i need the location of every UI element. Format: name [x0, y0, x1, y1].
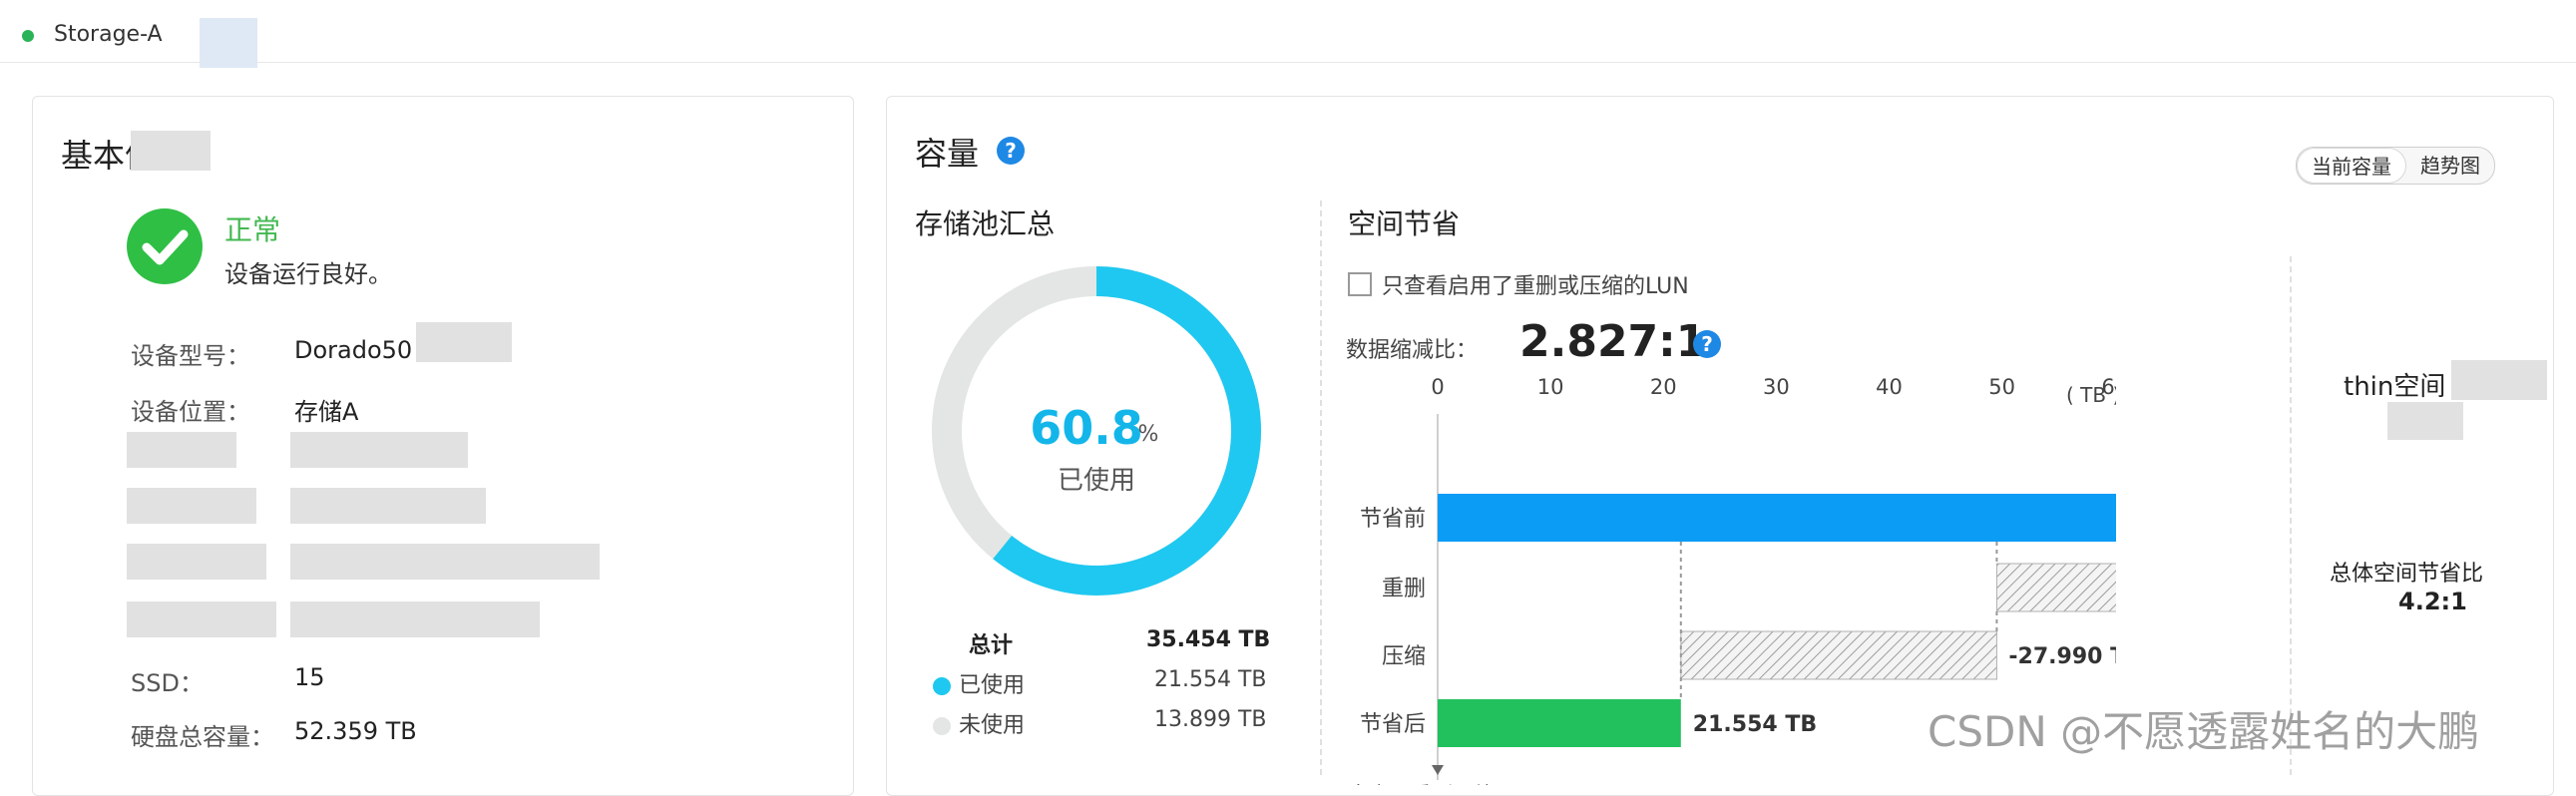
total-saving-ratio-label: 总体空间节省比 — [2330, 562, 2484, 587]
dedup-only-checkbox[interactable] — [1348, 272, 1372, 296]
x-tick-label: 30 — [1763, 375, 1790, 399]
blurred-thin-label-part — [2451, 360, 2547, 400]
bar-value-label: -27.990 TB — [2008, 644, 2116, 669]
ratio-help-icon[interactable]: ? — [1693, 330, 1721, 358]
check-icon — [127, 208, 203, 284]
total-saving-ratio-value: 4.2:1 — [2398, 588, 2467, 615]
unused-dot-icon — [933, 717, 951, 735]
capacity-panel: 容量 ? 当前容量 趋势图 存储池汇总 60.8 % 已使用 总计 35.454… — [886, 96, 2554, 796]
top-tab-bar: Storage-A — [0, 0, 2576, 68]
blurred-row — [127, 601, 276, 637]
help-icon[interactable]: ? — [997, 137, 1025, 165]
health-status: 正常 — [224, 213, 281, 246]
info-label-model: 设备型号： — [131, 342, 250, 370]
current-capacity-button[interactable]: 当前容量 — [2297, 148, 2406, 184]
section-divider-right — [2290, 256, 2292, 775]
space-saving-title: 空间节省 — [1348, 207, 1461, 240]
capacity-title: 容量 — [915, 135, 980, 173]
blurred-tab-area — [200, 18, 257, 68]
blurred-row — [290, 601, 540, 637]
bar — [1438, 494, 2116, 542]
bar-value-label: 21.554 TB — [1693, 712, 1817, 737]
used-dot-icon — [933, 677, 951, 695]
section-divider — [1320, 200, 1322, 775]
watermark-text: CSDN @不愿透露姓名的大鹏 — [1928, 707, 2480, 756]
pool-total-value: 35.454 TB — [1146, 627, 1271, 652]
x-tick-label: 50 — [1988, 375, 2015, 399]
info-label-ssd: SSD： — [131, 669, 204, 697]
bar-category-label: 压缩 — [1382, 644, 1426, 669]
trend-chart-button[interactable]: 趋势图 — [2406, 148, 2494, 184]
pool-usage-donut: 60.8 % 已使用 — [932, 266, 1261, 596]
device-tab[interactable]: Storage-A — [54, 22, 163, 47]
status-dot-icon — [22, 30, 34, 42]
reduction-ratio-value: 2.827:1 — [1519, 316, 1707, 367]
pool-summary-title: 存储池汇总 — [915, 207, 1056, 240]
info-value-location: 存储A — [294, 398, 359, 426]
bar — [1995, 563, 2116, 612]
legend-used-value: 21.554 TB — [1154, 667, 1267, 692]
pool-total-label: 总计 — [969, 633, 1014, 658]
thin-space-label: thin空间 — [2344, 372, 2446, 402]
info-label-disk-capacity: 硬盘总容量： — [131, 723, 274, 751]
legend-unused-value: 13.899 TB — [1154, 707, 1267, 732]
info-label-location: 设备位置： — [131, 398, 250, 426]
blurred-thin-value — [2387, 402, 2463, 440]
x-tick-label: 20 — [1650, 375, 1677, 399]
reduction-ratio-label: 数据缩减比： — [1346, 338, 1479, 363]
x-tick-label: 10 — [1537, 375, 1564, 399]
blurred-title-part — [131, 131, 211, 171]
basic-info-panel: 基本信息 正常 设备运行良好。 设备型号： Dorado50 设备位置： 存储A… — [32, 96, 854, 796]
bottom-note-label: 未启用重删压缩 — [1348, 783, 1495, 785]
health-status-desc: 设备运行良好。 — [224, 260, 392, 288]
blurred-row — [127, 544, 266, 580]
legend-used: 已使用 — [933, 667, 1025, 699]
bar — [1680, 630, 1997, 680]
x-tick-label: 0 — [1431, 375, 1444, 399]
bar-category-label: 节省后 — [1360, 712, 1426, 737]
blurred-row — [127, 432, 236, 468]
blurred-model-suffix — [416, 322, 512, 362]
x-unit-label: ( TB ) — [2066, 383, 2116, 407]
x-tick-label: 40 — [1876, 375, 1903, 399]
dedup-only-label: 只查看启用了重删或压缩的LUN — [1382, 274, 1689, 299]
donut-used-label: 已使用 — [1058, 466, 1135, 496]
bar — [1438, 699, 1681, 747]
bar-category-label: 重删 — [1382, 577, 1426, 601]
info-value-model: Dorado50 — [294, 336, 413, 364]
donut-percent-unit: % — [1138, 422, 1159, 447]
blurred-row — [290, 488, 486, 524]
blurred-row — [290, 544, 600, 580]
info-value-ssd: 15 — [294, 663, 325, 691]
blurred-row — [127, 488, 256, 524]
bar-category-label: 节省前 — [1360, 507, 1426, 532]
info-value-disk-capacity: 52.359 TB — [294, 717, 417, 745]
donut-percent-value: 60.8 — [1030, 401, 1143, 455]
blurred-row — [290, 432, 468, 468]
legend-unused: 未使用 — [933, 707, 1025, 739]
view-toggle: 当前容量 趋势图 — [2296, 147, 2495, 185]
